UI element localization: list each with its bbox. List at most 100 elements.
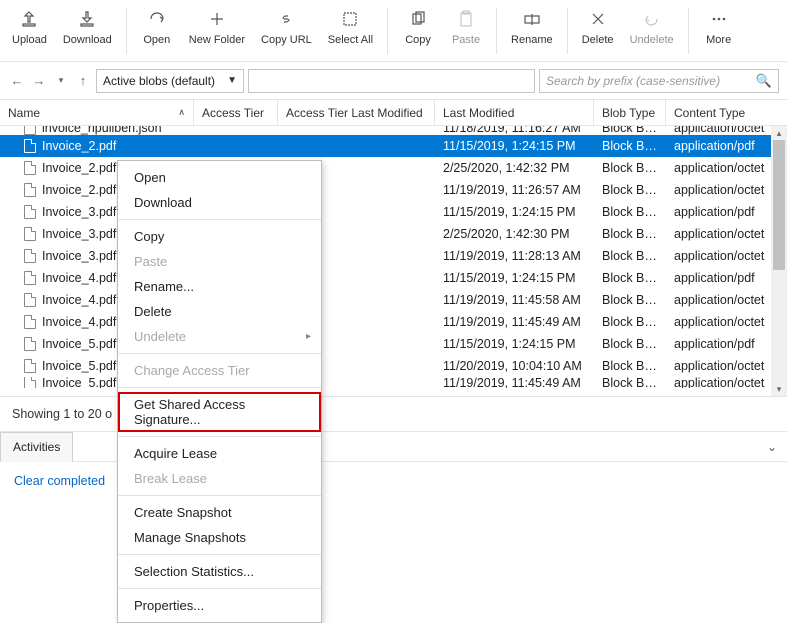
file-icon [24,205,36,219]
more-icon [708,8,730,30]
menu-item[interactable]: Properties... [118,593,321,618]
undelete-icon [641,8,663,30]
cell-bt: Block Blob [594,183,666,197]
menu-item[interactable]: Rename... [118,274,321,299]
scroll-up-icon[interactable]: ▴ [771,126,787,140]
toolbar: Upload Download Open New Folder Copy URL… [0,0,787,62]
open-button[interactable]: Open [133,4,181,50]
delete-button[interactable]: Delete [574,4,622,50]
toolbar-separator [567,8,568,54]
cell-lm: 11/19/2019, 11:26:57 AM [435,183,594,197]
collapse-icon[interactable]: ⌄ [767,440,777,454]
new-folder-button[interactable]: New Folder [181,4,253,50]
search-box[interactable]: 🔍 [539,69,779,93]
file-name: Invoice_2.pdf [42,161,116,175]
file-name: Invoice_4.pdf [42,293,116,307]
paste-button[interactable]: Paste [442,4,490,50]
header-last-modified[interactable]: Last Modified [435,100,594,125]
menu-item[interactable]: Acquire Lease [118,441,321,466]
cell-lm: 11/20/2019, 10:04:10 AM [435,359,594,373]
scroll-down-icon[interactable]: ▾ [771,382,787,396]
file-icon [24,359,36,373]
cell-ct: application/octet [666,359,787,373]
menu-item[interactable]: Create Snapshot [118,500,321,525]
file-icon [24,227,36,241]
cell-lm: 2/25/2020, 1:42:32 PM [435,161,594,175]
nav-row: ← → ▾ ↑ Active blobs (default) ▼ 🔍 [0,62,787,100]
menu-item[interactable]: Get Shared Access Signature... [118,392,321,432]
header-access-tier-lm[interactable]: Access Tier Last Modified [278,100,435,125]
plus-icon [206,8,228,30]
cell-lm: 11/19/2019, 11:45:58 AM [435,293,594,307]
view-mode-select[interactable]: Active blobs (default) ▼ [96,69,244,93]
file-name: Invoice_3.pdf [42,205,116,219]
table-row[interactable]: invoice_ripuilben.json11/18/2019, 11:16:… [0,126,787,135]
cell-bt: Block Blob [594,337,666,351]
submenu-caret-icon: ▸ [306,331,311,342]
file-name: Invoice_5.pdf [42,337,116,351]
cell-lm: 11/15/2019, 1:24:15 PM [435,337,594,351]
cell-bt: Block Blob [594,271,666,285]
nav-history-dropdown[interactable]: ▾ [52,72,70,90]
file-name: Invoice_3.pdf [42,227,116,241]
cell-lm: 11/19/2019, 11:45:49 AM [435,315,594,329]
menu-item[interactable]: Open [118,165,321,190]
file-icon [24,315,36,329]
cell-ct: application/octet [666,315,787,329]
cell-bt: Block Blob [594,205,666,219]
context-menu: OpenDownloadCopyPasteRename...DeleteUnde… [117,160,322,623]
file-icon [24,161,36,175]
file-icon [24,126,36,135]
upload-icon [18,8,40,30]
scrollbar-thumb[interactable] [773,140,785,270]
header-access-tier[interactable]: Access Tier [194,100,278,125]
cell-bt: Block Blob [594,359,666,373]
table-row[interactable]: Invoice_2.pdf 11/15/2019, 1:24:15 PMBlock… [0,135,787,157]
file-icon [24,293,36,307]
open-icon [146,8,168,30]
cell-lm: 11/15/2019, 1:24:15 PM [435,139,594,153]
download-icon [76,8,98,30]
file-name: Invoice_3.pdf [42,249,116,263]
download-button[interactable]: Download [55,4,120,50]
file-name: invoice_ripuilben.json [42,126,162,135]
menu-item[interactable]: Selection Statistics... [118,559,321,584]
nav-up[interactable]: ↑ [74,72,92,90]
toolbar-separator [126,8,127,54]
menu-item[interactable]: Manage Snapshots [118,525,321,550]
path-input[interactable] [248,69,535,93]
activities-tab[interactable]: Activities [0,432,73,462]
undelete-button[interactable]: Undelete [622,4,682,50]
header-blob-type[interactable]: Blob Type [594,100,666,125]
cell-bt: Block Blob [594,315,666,329]
search-input[interactable] [546,74,756,88]
file-icon [24,377,36,388]
copy-button[interactable]: Copy [394,4,442,50]
rename-button[interactable]: Rename [503,4,561,50]
new-folder-label: New Folder [189,34,245,46]
file-name: Invoice_2.pdf [42,139,116,153]
copy-url-button[interactable]: Copy URL [253,4,320,50]
nav-forward[interactable]: → [30,72,48,90]
header-content-type[interactable]: Content Type [666,100,787,125]
nav-back[interactable]: ← [8,72,26,90]
vertical-scrollbar[interactable]: ▴ ▾ [771,126,787,396]
delete-label: Delete [582,34,614,46]
cell-bt: Block Blob [594,139,666,153]
column-headers: Name ∧ Access Tier Access Tier Last Modi… [0,100,787,126]
file-name: Invoice_2.pdf [42,183,116,197]
download-label: Download [63,34,112,46]
cell-ct: application/octet [666,249,787,263]
menu-item[interactable]: Delete [118,299,321,324]
header-name[interactable]: Name ∧ [0,100,194,125]
search-icon: 🔍 [756,73,772,89]
select-all-button[interactable]: Select All [320,4,381,50]
upload-button[interactable]: Upload [4,4,55,50]
more-button[interactable]: More [695,4,743,50]
menu-item: Undelete▸ [118,324,321,349]
menu-item[interactable]: Download [118,190,321,215]
caret-down-icon: ▼ [227,75,237,86]
menu-separator [118,387,321,388]
undelete-label: Undelete [630,34,674,46]
menu-item[interactable]: Copy [118,224,321,249]
